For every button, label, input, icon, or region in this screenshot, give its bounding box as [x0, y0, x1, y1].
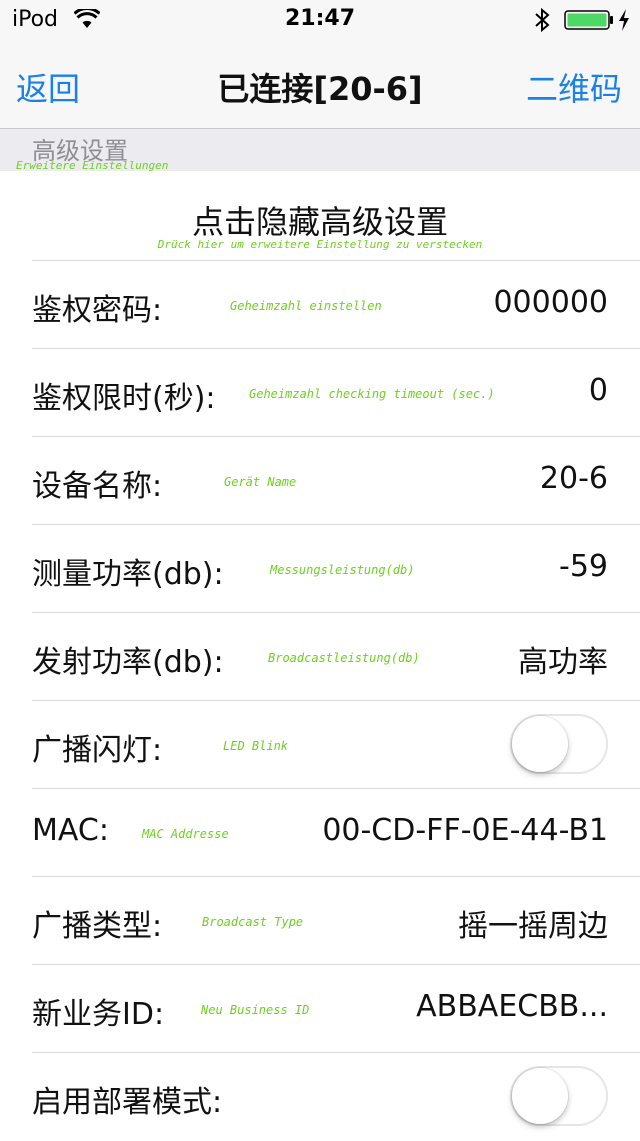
hide-advanced-settings-button[interactable]: 点击隐藏高级设置 Drück hier um erweitere Einstel… — [0, 171, 640, 261]
row-device-name[interactable]: 设备名称: Gerät Name 20-6 — [0, 437, 640, 525]
row-label: 广播类型: — [32, 909, 163, 944]
toggle-knob — [512, 1068, 568, 1124]
row-value: ABBAECBB... — [416, 989, 608, 1024]
row-sublabel: Gerät Name — [224, 475, 297, 489]
row-label: MAC: — [32, 813, 109, 848]
status-bar: iPod 21:47 — [0, 0, 640, 40]
row-auth-timeout[interactable]: 鉴权限时(秒): Geheimzahl checking timeout (se… — [0, 349, 640, 437]
row-value: 0 — [588, 373, 608, 408]
row-business-id[interactable]: 新业务ID: Neu Business ID ABBAECBB... — [0, 965, 640, 1053]
row-mac-address: MAC: MAC Addresse 00-CD-FF-0E-44-B1 — [0, 789, 640, 877]
row-broadcast-type[interactable]: 广播类型: Broadcast Type 摇一摇周边 — [0, 877, 640, 965]
row-value: 000000 — [493, 285, 608, 320]
row-label: 设备名称: — [32, 469, 163, 504]
hide-advanced-settings-label: 点击隐藏高级设置 — [191, 203, 448, 241]
row-value: 高功率 — [518, 645, 608, 680]
row-value: 00-CD-FF-0E-44-B1 — [322, 813, 608, 848]
row-sublabel: Geheimzahl einstellen — [230, 299, 382, 313]
row-sublabel: Broadcast Type — [202, 915, 304, 929]
row-value: 20-6 — [539, 461, 608, 496]
row-label: 鉴权密码: — [32, 293, 163, 328]
row-tx-power[interactable]: 发射功率(db): Broadcastleistung(db) 高功率 — [0, 613, 640, 701]
row-auth-password[interactable]: 鉴权密码: Geheimzahl einstellen 000000 — [0, 261, 640, 349]
section-header: 高级设置 Erweitere Einstellungen — [0, 129, 640, 172]
row-label: 广播闪灯: — [32, 733, 163, 768]
navigation-bar: 返回 已连接[20-6] 二维码 — [0, 40, 640, 129]
row-led-blink: 广播闪灯: LED Blink — [0, 701, 640, 789]
row-sublabel: Neu Business ID — [201, 1003, 310, 1017]
hide-advanced-settings-subtitle: Drück hier um erweitere Einstellung zu v… — [157, 238, 483, 251]
deployment-mode-toggle[interactable] — [510, 1066, 608, 1126]
row-sublabel: Broadcastleistung(db) — [268, 651, 420, 665]
bluetooth-icon — [535, 8, 550, 32]
row-sublabel: Messungsleistung(db) — [270, 563, 415, 577]
row-measured-power[interactable]: 测量功率(db): Messungsleistung(db) -59 — [0, 525, 640, 613]
row-label: 测量功率(db): — [32, 557, 224, 592]
row-deployment-mode: 启用部署模式: — [0, 1053, 640, 1141]
toggle-knob — [512, 716, 568, 772]
qr-code-button[interactable]: 二维码 — [526, 64, 622, 110]
row-label: 新业务ID: — [32, 997, 165, 1032]
row-sublabel: LED Blink — [223, 739, 289, 753]
led-blink-toggle[interactable] — [510, 714, 608, 774]
row-value: -59 — [559, 549, 608, 584]
row-sublabel: MAC Addresse — [142, 827, 229, 841]
battery-icon — [564, 10, 613, 30]
charging-bolt-icon — [619, 9, 629, 31]
row-value: 摇一摇周边 — [458, 909, 608, 944]
row-sublabel: Geheimzahl checking timeout (sec.) — [249, 387, 495, 401]
row-label: 启用部署模式: — [32, 1085, 223, 1120]
row-label: 发射功率(db): — [32, 645, 224, 680]
row-label: 鉴权限时(秒): — [32, 381, 216, 416]
